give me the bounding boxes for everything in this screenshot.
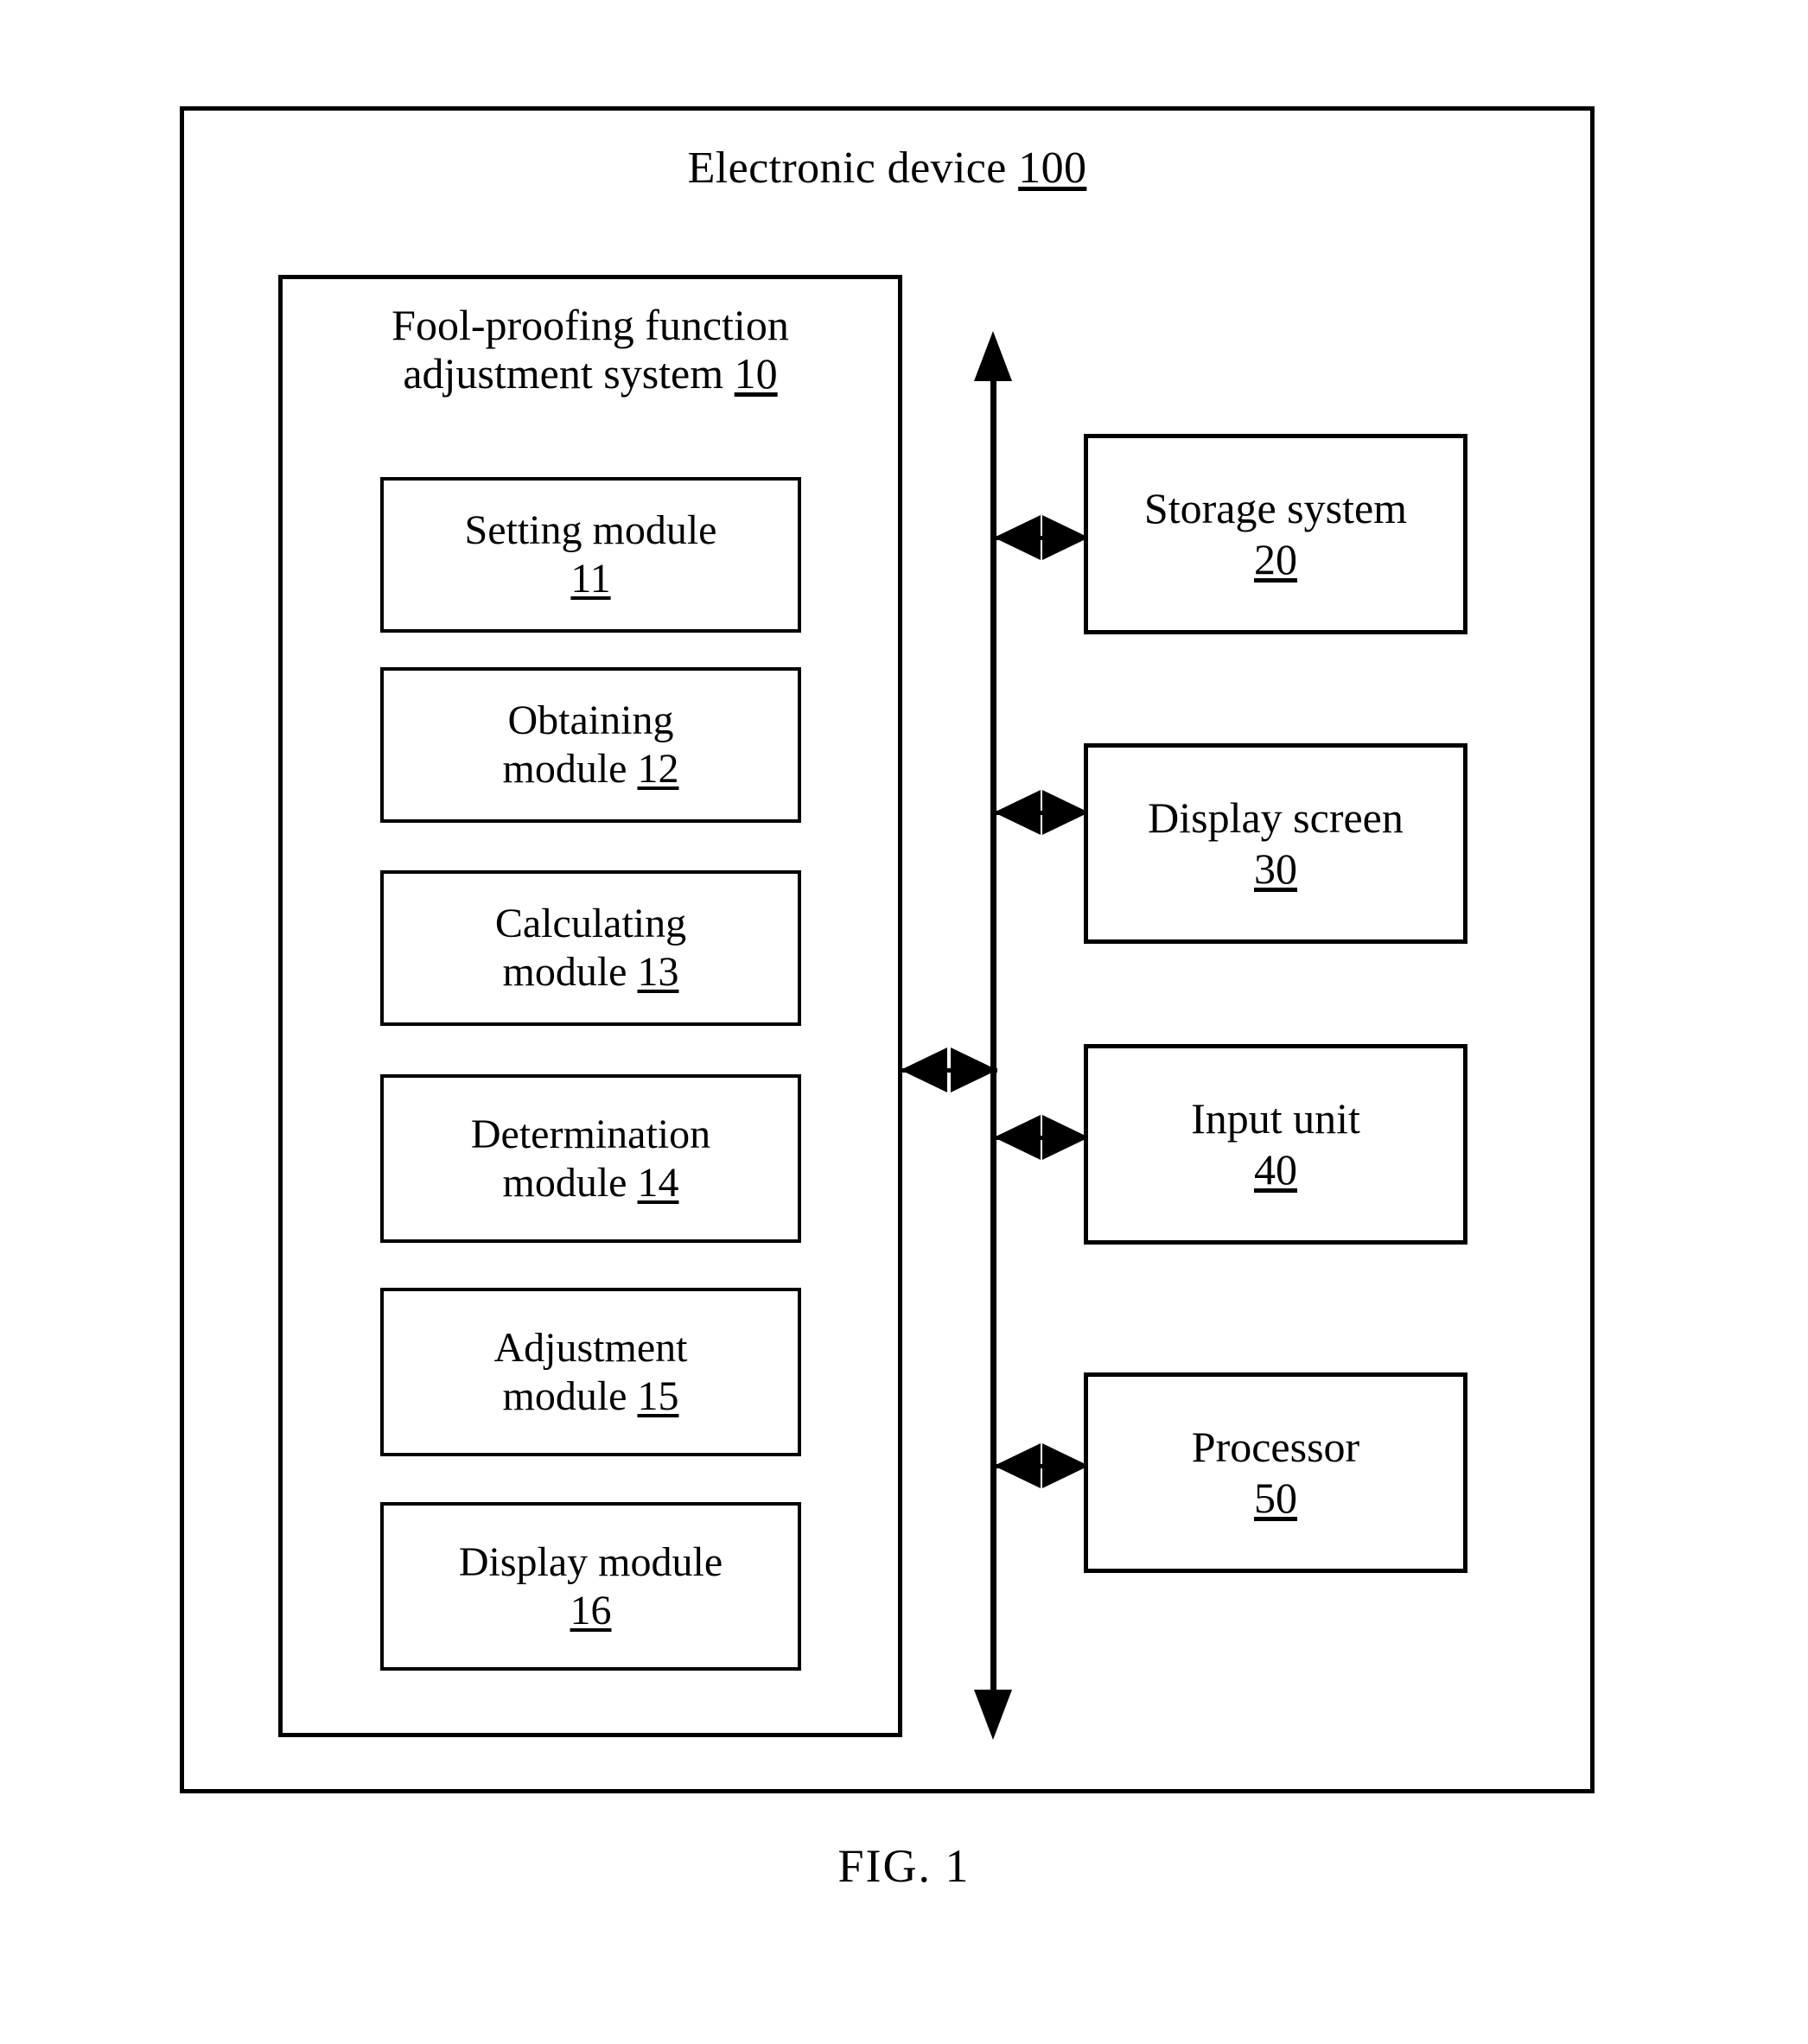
electronic-device-title: Electronic device 100 <box>180 143 1595 194</box>
arrowhead-left-icon <box>994 1115 1041 1160</box>
arrowhead-left-icon <box>994 1443 1041 1488</box>
fool-proofing-system-title: Fool-proofing function adjustment system… <box>278 301 902 398</box>
module-ref-obtaining: 12 <box>637 746 679 792</box>
connector-bus-to-processor <box>994 1443 1089 1488</box>
system-label-line1: Fool-proofing function <box>392 301 789 349</box>
arrowhead-left-icon <box>994 515 1041 560</box>
electronic-device-ref: 100 <box>1018 143 1087 193</box>
peripheral-label-display-screen: Display screen <box>1148 793 1404 842</box>
module-box-calculating: Calculating module 13 <box>380 870 801 1026</box>
module-ref-adjustment: 15 <box>637 1372 679 1419</box>
peripheral-label-input-unit: Input unit <box>1191 1094 1360 1143</box>
arrowhead-right-icon <box>1042 1443 1089 1488</box>
peripheral-ref-storage-system: 20 <box>1253 535 1297 583</box>
module-label-calculating: Calculating <box>494 901 687 947</box>
arrowhead-right-icon <box>1042 1115 1089 1160</box>
module-ref-display: 16 <box>570 1587 612 1633</box>
connector-bus-to-display-screen <box>994 790 1089 835</box>
peripheral-label-processor: Processor <box>1191 1423 1360 1471</box>
peripheral-box-input-unit: Input unit 40 <box>1084 1044 1467 1245</box>
arrowhead-left-icon <box>901 1047 947 1092</box>
module-label-adjustment: Adjustment <box>493 1324 688 1371</box>
peripheral-ref-display-screen: 30 <box>1253 844 1297 893</box>
patent-figure-page: Electronic device 100 Fool-proofing func… <box>0 0 1808 2044</box>
module-ref-setting: 11 <box>570 556 611 602</box>
module-word-obtaining: module <box>502 746 627 792</box>
module-label-determination: Determination <box>470 1111 711 1157</box>
module-word-calculating: module <box>502 949 627 995</box>
connector-bus-to-input-unit <box>994 1115 1089 1160</box>
bus-down-arrowhead-icon <box>974 1690 1012 1740</box>
system-ref: 10 <box>734 349 778 398</box>
module-box-obtaining: Obtaining module 12 <box>380 667 801 823</box>
module-box-setting: Setting module 11 <box>380 477 801 633</box>
peripheral-box-storage-system: Storage system 20 <box>1084 434 1467 634</box>
module-box-determination: Determination module 14 <box>380 1074 801 1243</box>
module-box-adjustment: Adjustment module 15 <box>380 1288 801 1456</box>
module-box-display: Display module 16 <box>380 1502 801 1671</box>
arrowhead-right-icon <box>1042 515 1089 560</box>
module-ref-determination: 14 <box>637 1159 679 1206</box>
figure-caption: FIG. 1 <box>837 1840 971 1892</box>
connector-system-to-bus <box>901 1047 997 1092</box>
peripheral-label-storage-system: Storage system <box>1143 484 1408 532</box>
module-ref-calculating: 13 <box>637 949 679 995</box>
system-label-line2: adjustment system <box>403 349 724 398</box>
arrowhead-right-icon <box>951 1047 997 1092</box>
communication-bus-line <box>990 372 996 1694</box>
electronic-device-label: Electronic device <box>687 143 1007 193</box>
module-label-obtaining: Obtaining <box>507 697 674 744</box>
module-label-setting: Setting module <box>464 507 717 554</box>
module-label-display: Display module <box>458 1538 723 1585</box>
peripheral-ref-input-unit: 40 <box>1253 1145 1297 1194</box>
peripheral-box-display-screen: Display screen 30 <box>1084 743 1467 944</box>
module-word-determination: module <box>502 1159 627 1206</box>
peripheral-box-processor: Processor 50 <box>1084 1372 1467 1573</box>
peripheral-ref-processor: 50 <box>1253 1474 1297 1522</box>
connector-bus-to-storage-system <box>994 515 1089 560</box>
arrowhead-left-icon <box>994 790 1041 835</box>
arrowhead-right-icon <box>1042 790 1089 835</box>
module-word-adjustment: module <box>502 1372 627 1419</box>
